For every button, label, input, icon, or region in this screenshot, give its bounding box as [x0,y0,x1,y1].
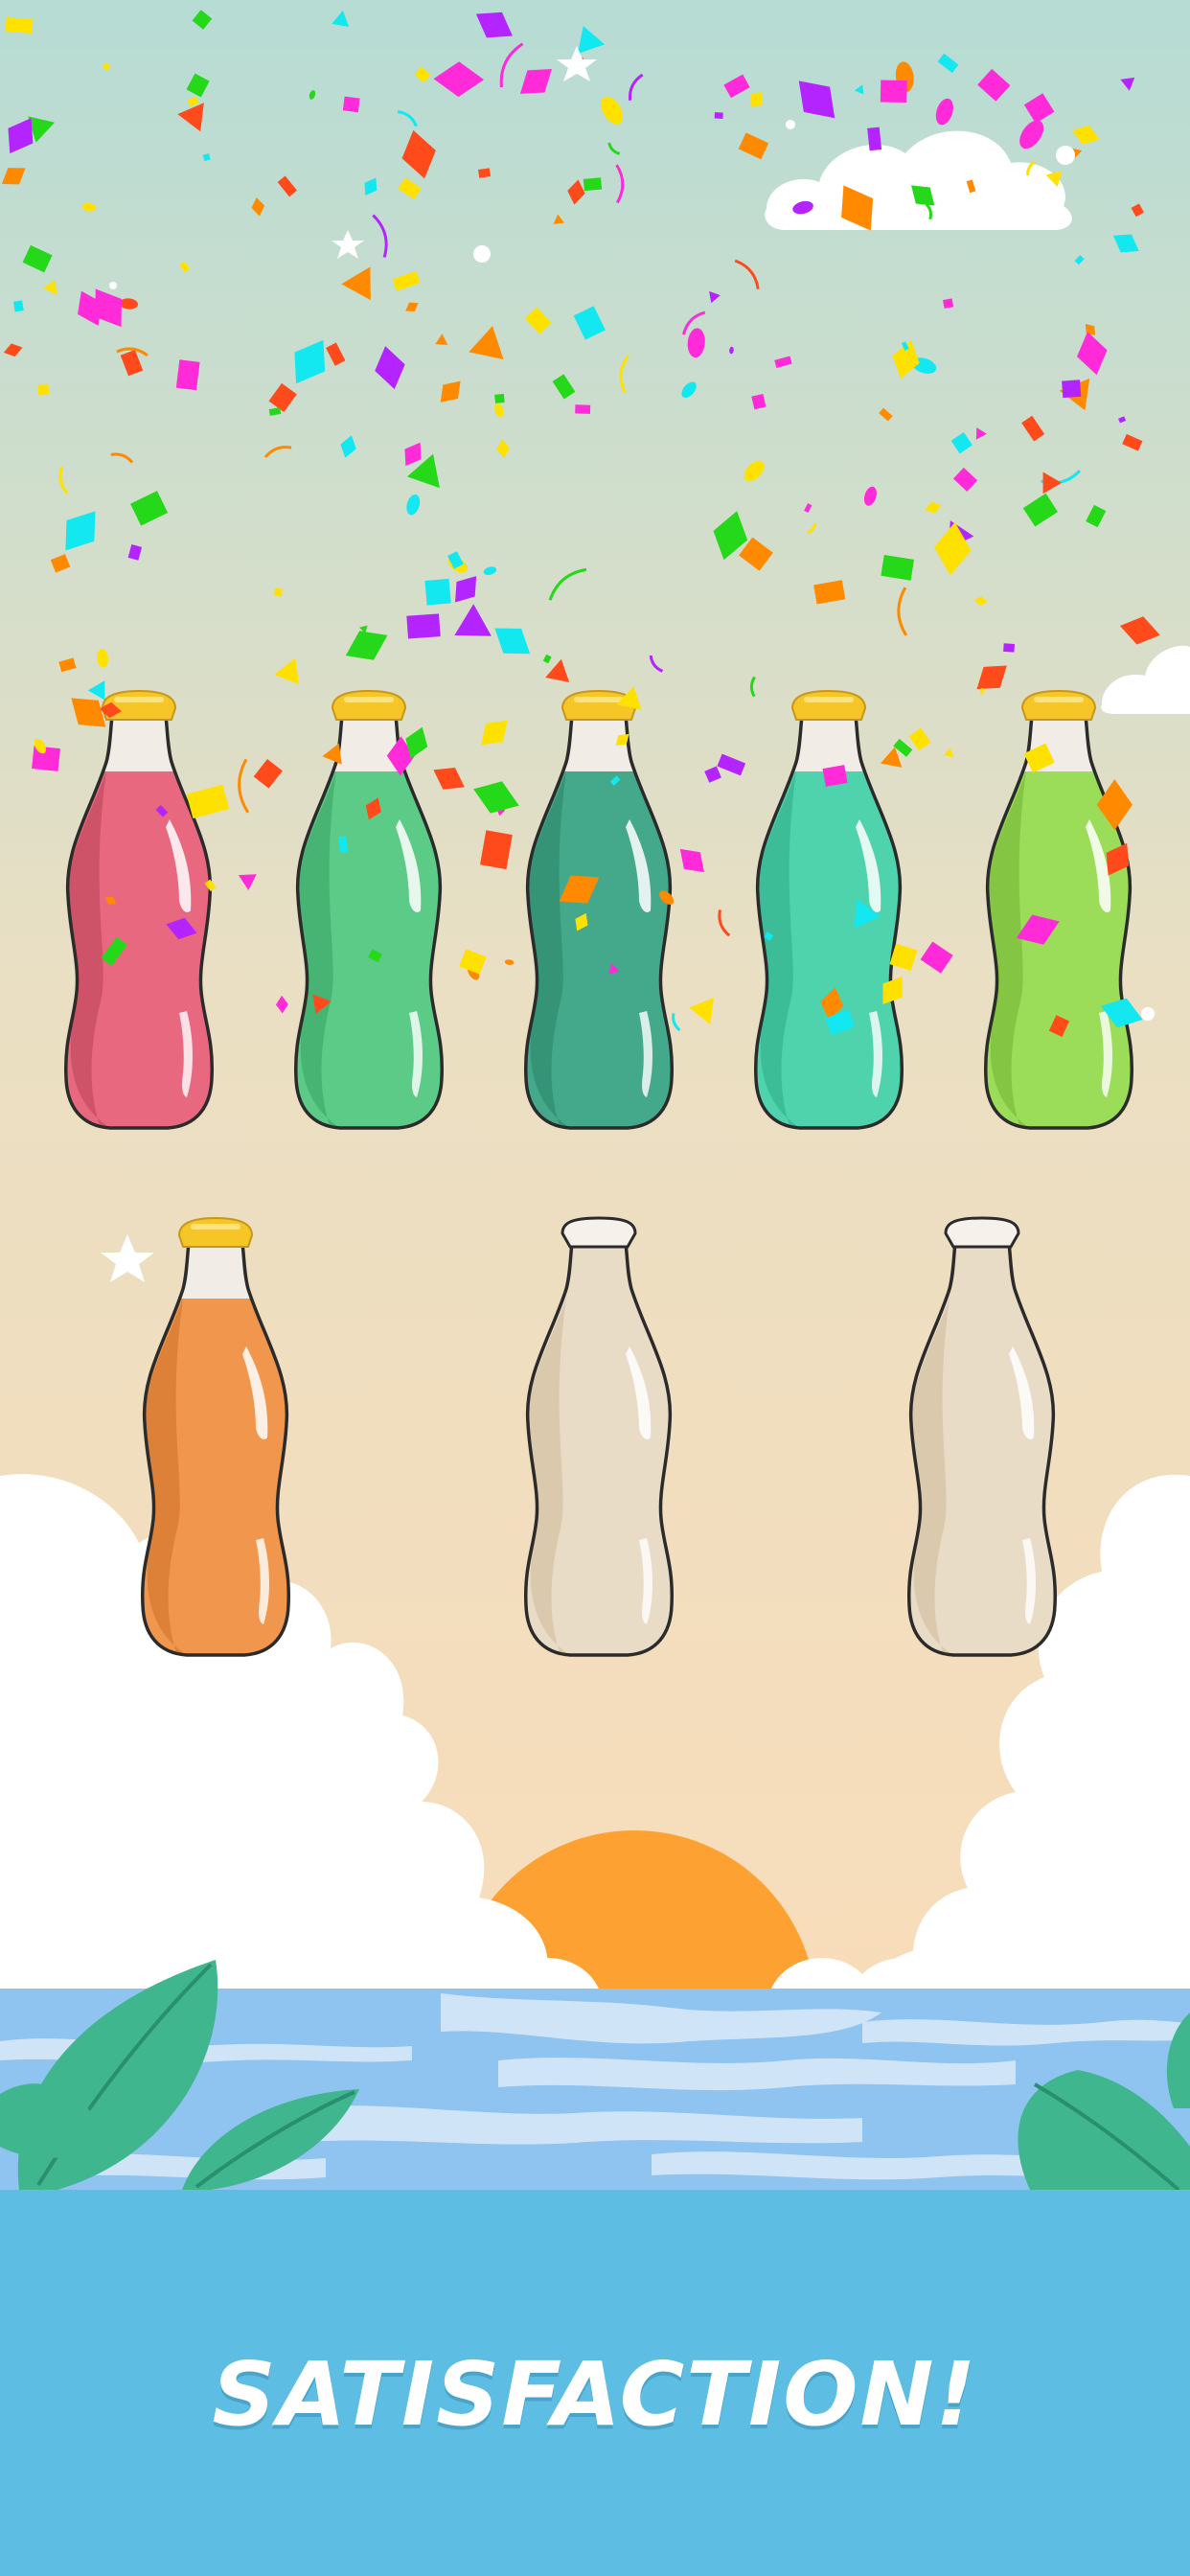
confetti-piece [822,765,848,787]
confetti-piece [32,746,60,771]
confetti-piece [867,126,882,151]
game-screen: SATISFACTION! [0,0,1190,2576]
confetti-piece [406,613,441,639]
confetti-piece [880,80,907,103]
confetti-piece [1062,380,1082,399]
caption-panel: SATISFACTION! [0,2190,1190,2576]
sparkle-dot [473,245,491,263]
sparkle-dot [786,120,795,129]
sparkle-dot [1056,146,1075,165]
confetti-piece [12,300,24,312]
confetti-piece [583,177,603,192]
caption-title: SATISFACTION! [212,2343,978,2446]
confetti-piece [478,168,492,178]
confetti-piece [714,112,723,119]
confetti-piece [943,298,954,309]
confetti-piece [749,92,764,107]
bottle-cap [790,689,867,721]
confetti-piece [175,359,200,391]
bottle-cap [331,689,407,721]
confetti-piece [494,393,505,404]
confetti-piece [1003,643,1016,653]
sparkle-dot [1141,1007,1155,1021]
confetti-piece [5,16,34,34]
confetti-piece [274,587,283,597]
sparkle-dot [109,282,117,289]
bottle-cap [177,1216,254,1248]
bottle-cap [1020,689,1097,721]
confetti-piece [342,96,360,113]
confetti-piece [424,578,451,606]
confetti-piece [575,404,591,414]
confetti-piece [37,383,50,396]
